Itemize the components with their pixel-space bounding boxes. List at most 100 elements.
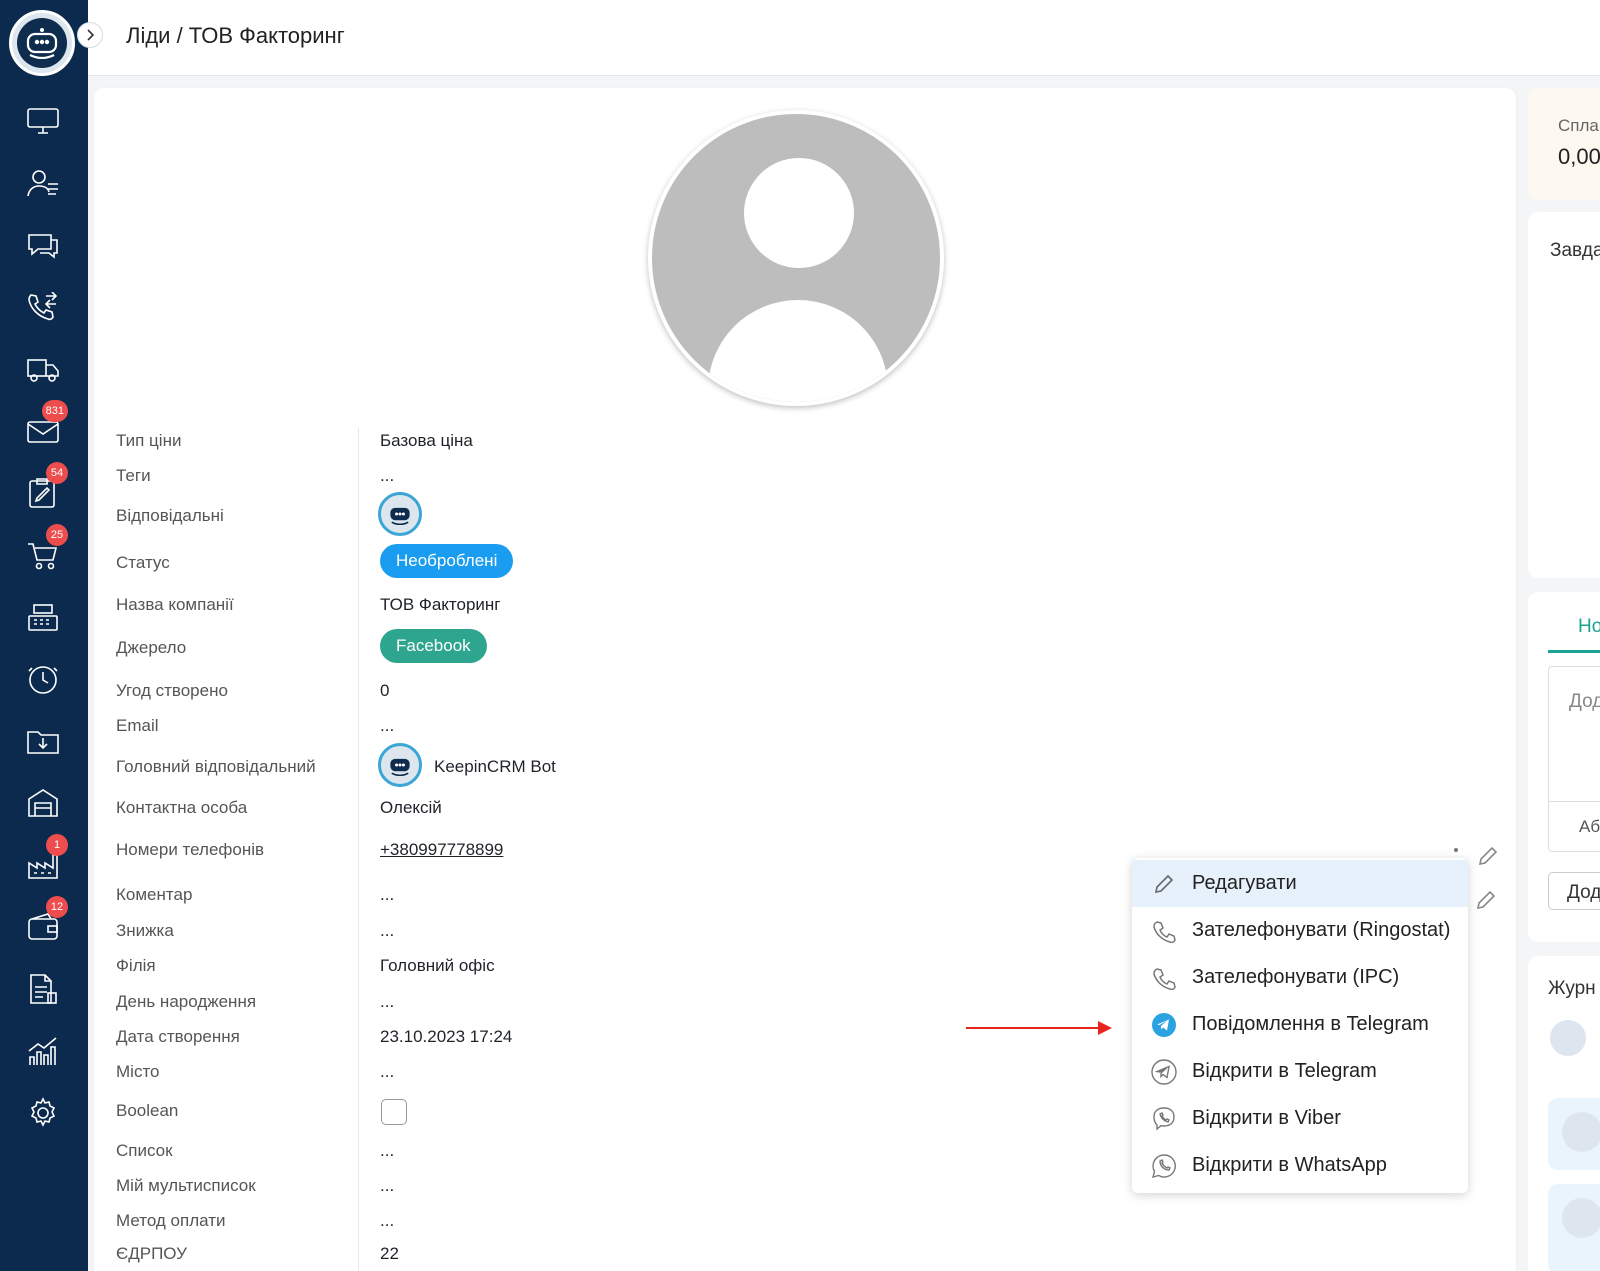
sidebar-item-time[interactable] (22, 658, 64, 700)
sidebar-expand-button[interactable] (77, 22, 103, 48)
source-badge[interactable]: Facebook (380, 629, 487, 663)
sidebar-item-documents[interactable] (22, 968, 64, 1010)
sidebar-item-mail[interactable]: 831 (22, 400, 68, 452)
field-label-comment: Коментар (116, 885, 193, 904)
field-value-email[interactable]: ... (380, 716, 394, 736)
note-input[interactable]: Дод Аб (1548, 666, 1600, 852)
tab-underline (1548, 650, 1600, 653)
viber-icon (1153, 1106, 1175, 1130)
sidebar-item-cash-register[interactable] (22, 596, 64, 638)
field-value-list[interactable]: ... (380, 1141, 394, 1161)
field-value-comment[interactable]: ... (380, 885, 394, 905)
field-label-branch: Філія (116, 956, 156, 975)
menu-item-open-viber[interactable]: Відкрити в Viber (1132, 1095, 1468, 1142)
paid-value: 0,00 (1558, 144, 1600, 169)
field-value-discount[interactable]: ... (380, 921, 394, 941)
clock-icon (28, 666, 58, 694)
chat-icon (28, 234, 58, 259)
sidebar-item-analytics[interactable] (22, 1030, 64, 1072)
field-label-main-responsible: Головний відповідальний (116, 757, 316, 776)
whatsapp-icon (1152, 1153, 1176, 1178)
field-label-discount: Знижка (116, 921, 174, 940)
more-dots-icon[interactable] (1454, 848, 1458, 852)
menu-item-label: Відкрити в WhatsApp (1192, 1154, 1387, 1176)
menu-item-label: Відкрити в Telegram (1192, 1060, 1377, 1082)
notification-badge: 54 (46, 462, 68, 484)
journal-entry[interactable] (1548, 1184, 1600, 1271)
delivery-icon (27, 359, 59, 382)
menu-item-label: Відкрити в Viber (1192, 1107, 1341, 1129)
sidebar-item-calls[interactable] (22, 286, 64, 328)
robot-logo-icon (26, 28, 58, 59)
menu-item-open-telegram[interactable]: Відкрити в Telegram (1132, 1048, 1468, 1095)
lead-avatar[interactable] (648, 110, 944, 406)
sidebar-item-import[interactable] (22, 720, 64, 762)
menu-item-telegram-message[interactable]: Повідомлення в Telegram (1132, 1001, 1468, 1048)
menu-item-label: Зателефонувати (Ringostat) (1192, 919, 1451, 941)
field-value-main-responsible[interactable]: KeepinCRM Bot (434, 757, 556, 777)
field-value-contact[interactable]: Олексій (380, 798, 442, 818)
main-responsible-avatar[interactable] (378, 743, 422, 787)
menu-item-call-ringostat[interactable]: Зателефонувати (Ringostat) (1132, 907, 1468, 954)
field-value-edrpou[interactable]: 22 (380, 1244, 399, 1264)
field-value-created: 23.10.2023 17:24 (380, 1027, 513, 1046)
field-value-city[interactable]: ... (380, 1062, 394, 1082)
sidebar-item-settings[interactable] (22, 1092, 64, 1134)
field-value-multilist[interactable]: ... (380, 1176, 394, 1196)
cash-register-icon (28, 604, 58, 631)
field-value-branch[interactable]: Головний офіс (380, 956, 495, 976)
note-input-option[interactable]: Аб (1579, 817, 1600, 837)
menu-item-edit[interactable]: Редагувати (1132, 860, 1468, 907)
field-label-responsible: Відповідальні (116, 506, 224, 525)
boolean-checkbox[interactable] (381, 1099, 407, 1125)
add-note-button[interactable]: Дод (1548, 872, 1600, 910)
sidebar-item-tasks[interactable]: 54 (22, 462, 68, 514)
journal-card: Журн (1528, 956, 1600, 1271)
sidebar-item-production[interactable]: 1 (22, 834, 68, 886)
sidebar-item-delivery[interactable] (22, 348, 64, 390)
notes-card: Но Дод Аб Дод (1528, 592, 1600, 942)
chevron-right-icon (87, 29, 95, 41)
journal-entry[interactable] (1548, 1098, 1600, 1170)
status-badge[interactable]: Необроблені (380, 544, 514, 578)
header-bar: Ліди / ТОВ Факторинг (88, 0, 1600, 76)
sidebar-item-contacts[interactable] (22, 162, 64, 204)
phone-actions-menu: Редагувати Зателефонувати (Ringostat) За… (1132, 858, 1468, 1193)
field-value-tags[interactable]: ... (380, 466, 394, 486)
menu-item-open-whatsapp[interactable]: Відкрити в WhatsApp (1132, 1142, 1468, 1189)
sidebar-item-finance[interactable]: 12 (22, 896, 68, 948)
column-divider (358, 428, 359, 1271)
menu-item-call-ipc[interactable]: Зателефонувати (IPC) (1132, 954, 1468, 1001)
pencil-icon[interactable] (1476, 844, 1500, 868)
notification-badge: 1 (46, 834, 68, 856)
field-label-multilist: Мій мультисписок (116, 1176, 256, 1195)
calls-icon (28, 292, 58, 321)
notification-badge: 12 (46, 896, 68, 918)
field-value-company[interactable]: ТОВ Факторинг (380, 595, 501, 615)
desktop-icon (27, 108, 59, 134)
pencil-icon[interactable] (1474, 888, 1498, 912)
sidebar-item-desktop[interactable] (22, 100, 64, 142)
telegram-outline-icon (1151, 1058, 1177, 1085)
sidebar-item-warehouse[interactable] (22, 782, 64, 824)
sidebar-item-cart[interactable]: 25 (22, 524, 68, 576)
tab-notes[interactable]: Но (1578, 616, 1600, 638)
responsible-avatar[interactable] (378, 492, 422, 536)
field-label-payment: Метод оплати (116, 1211, 226, 1230)
field-label-contact: Контактна особа (116, 798, 248, 817)
phone-link[interactable]: +380997778899 (380, 840, 503, 860)
journal-title: Журн (1548, 978, 1596, 999)
field-label-tags: Теги (116, 466, 151, 485)
field-value-birthday[interactable]: ... (380, 992, 394, 1012)
notification-badge: 25 (46, 524, 68, 546)
sidebar-item-chat[interactable] (22, 224, 64, 266)
robot-icon (390, 507, 410, 525)
notification-badge: 831 (41, 400, 68, 422)
logo-avatar[interactable] (9, 10, 75, 76)
field-value-price-type[interactable]: Базова ціна (380, 431, 473, 451)
field-value-payment[interactable]: ... (380, 1211, 394, 1231)
analytics-icon (28, 1037, 57, 1065)
settings-icon (30, 1097, 56, 1127)
avatar-body-shape (708, 300, 888, 402)
field-label-email: Email (116, 716, 159, 735)
